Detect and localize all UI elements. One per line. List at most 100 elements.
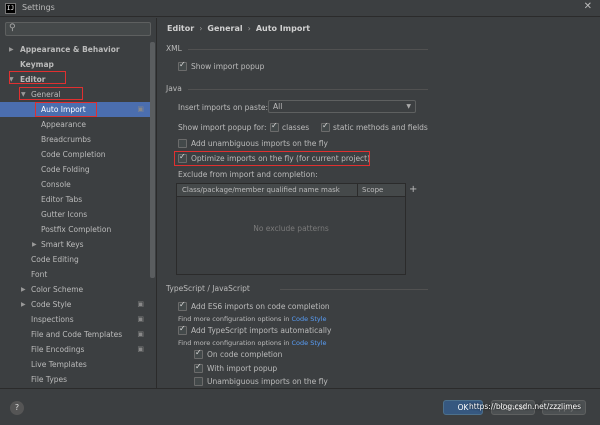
project-settings-icon: ▣ [137, 315, 144, 323]
tree-item-label: Code Folding [41, 165, 90, 174]
tree-item-file-encodings[interactable]: File Encodings ▣ [0, 342, 150, 357]
tree-item-breadcrumbs[interactable]: Breadcrumbs [0, 132, 150, 147]
breadcrumb-editor[interactable]: Editor [167, 24, 194, 33]
on-code-completion-checkbox[interactable] [194, 348, 203, 359]
tree-item-label: Font [31, 270, 48, 279]
tree-item-code-style[interactable]: ▶ Code Style ▣ [0, 297, 150, 312]
show-popup-for-label: Show import popup for: [178, 123, 267, 132]
classes-label: classes [282, 123, 310, 132]
typescript-section-title: TypeScript / JavaScript [166, 284, 250, 293]
intellij-app-icon: IJ [5, 3, 16, 14]
add-es6-checkbox[interactable] [178, 300, 187, 311]
tree-item-label: Smart Keys [41, 240, 84, 249]
tree-item-console[interactable]: Console [0, 177, 150, 192]
xml-show-import-popup-checkbox[interactable] [178, 60, 187, 71]
more-options-text: Find more configuration options in Code … [178, 339, 327, 347]
auto-import-panel: Editor › General › Auto Import XML Show impo… [158, 18, 600, 388]
xml-section-title: XML [166, 44, 182, 53]
xml-show-import-popup-label: Show import popup [191, 62, 265, 71]
tree-item-keymap[interactable]: Keymap [0, 57, 150, 72]
highlight-editor-box [9, 71, 66, 84]
tree-item-label: Code Style [31, 300, 72, 309]
tree-item-inspections[interactable]: Inspections ▣ [0, 312, 150, 327]
unambiguous-fly-label: Unambiguous imports on the fly [207, 377, 328, 386]
highlight-optimize-box [174, 151, 370, 166]
help-icon[interactable]: ? [10, 401, 24, 415]
title-bar: IJ Settings ✕ [0, 0, 600, 17]
add-ts-label: Add TypeScript imports automatically [191, 326, 332, 335]
search-input[interactable]: ⚲ [5, 22, 151, 36]
project-settings-icon: ▣ [137, 330, 144, 338]
tree-item-label: Live Templates [31, 360, 87, 369]
tree-item-appearance-behavior[interactable]: ▶ Appearance & Behavior [0, 42, 150, 57]
add-unambiguous-checkbox[interactable] [178, 139, 187, 148]
exclude-label: Exclude from import and completion: [178, 170, 318, 179]
tree-item-label: Gutter Icons [41, 210, 88, 219]
column-scope-header: Scope [362, 186, 384, 194]
sidebar-scrollbar[interactable] [150, 42, 155, 278]
tree-item-label: Color Scheme [31, 285, 84, 294]
code-style-link[interactable]: Code Style [291, 315, 326, 323]
tree-item-font[interactable]: Font [0, 267, 150, 282]
column-separator [357, 184, 358, 197]
tree-item-code-completion[interactable]: Code Completion [0, 147, 150, 162]
breadcrumb-separator: › [247, 24, 251, 33]
java-section-title: Java [166, 84, 182, 93]
tree-item-editor-tabs[interactable]: Editor Tabs [0, 192, 150, 207]
tree-item-label: Appearance [41, 120, 87, 129]
tree-item-code-folding[interactable]: Code Folding [0, 162, 150, 177]
column-name-header: Class/package/member qualified name mask [182, 186, 340, 194]
tree-item-label: Keymap [20, 60, 54, 69]
tree-item-label: File Encodings [31, 345, 85, 354]
tree-item-file-types[interactable]: File Types [0, 372, 150, 387]
unambiguous-fly-checkbox[interactable] [194, 377, 203, 386]
tree-item-code-editing[interactable]: Code Editing [0, 252, 150, 267]
with-import-popup-checkbox[interactable] [194, 362, 203, 373]
classes-checkbox[interactable] [270, 121, 279, 132]
chevron-right-icon[interactable]: ▶ [9, 42, 14, 57]
window-title: Settings [22, 3, 55, 12]
search-icon: ⚲ [9, 23, 16, 33]
section-divider [280, 289, 428, 290]
tree-item-smart-keys[interactable]: ▶ Smart Keys [0, 237, 150, 252]
tree-item-color-scheme[interactable]: ▶ Color Scheme [0, 282, 150, 297]
tree-item-label: Breadcrumbs [41, 135, 91, 144]
tree-item-label: File Types [31, 375, 68, 384]
chevron-right-icon[interactable]: ▶ [32, 237, 37, 252]
tree-item-postfix-completion[interactable]: Postfix Completion [0, 222, 150, 237]
empty-table-text: No exclude patterns [253, 224, 329, 233]
insert-imports-label: Insert imports on paste: [178, 103, 269, 112]
tree-item-appearance[interactable]: Appearance [0, 117, 150, 132]
add-unambiguous-label: Add unambiguous imports on the fly [191, 139, 328, 148]
breadcrumb: Editor › General › Auto Import [167, 24, 310, 33]
tree-item-file-code-templates[interactable]: File and Code Templates ▣ [0, 327, 150, 342]
settings-window: IJ Settings ✕ ⚲ ▶ Appearance & Behavior … [0, 0, 600, 425]
highlight-general-box [19, 87, 83, 100]
insert-imports-select[interactable]: All ▼ [268, 100, 416, 113]
tree-item-label: Inspections [31, 315, 74, 324]
close-icon[interactable]: ✕ [584, 1, 592, 12]
project-settings-icon: ▣ [137, 105, 144, 113]
breadcrumb-general[interactable]: General [207, 24, 242, 33]
tree-item-label: Appearance & Behavior [20, 45, 120, 54]
tree-item-live-templates[interactable]: Live Templates [0, 357, 150, 372]
tree-item-label: Editor Tabs [41, 195, 83, 204]
tree-item-label: File and Code Templates [31, 330, 123, 339]
breadcrumb-auto-import: Auto Import [255, 24, 311, 33]
chevron-right-icon[interactable]: ▶ [21, 282, 26, 297]
add-pattern-icon[interactable]: + [409, 184, 417, 195]
code-style-link[interactable]: Code Style [291, 339, 326, 347]
tree-item-gutter-icons[interactable]: Gutter Icons [0, 207, 150, 222]
project-settings-icon: ▣ [137, 345, 144, 353]
tree-item-label: Console [41, 180, 71, 189]
highlight-auto-import-box [35, 102, 97, 117]
exclude-table[interactable]: Class/package/member qualified name mask… [176, 183, 406, 275]
add-ts-checkbox[interactable] [178, 324, 187, 335]
static-methods-label: static methods and fields [333, 123, 428, 132]
section-divider [188, 49, 428, 50]
chevron-right-icon[interactable]: ▶ [21, 297, 26, 312]
exclude-table-header: Class/package/member qualified name mask… [177, 184, 405, 197]
section-divider [188, 89, 428, 90]
static-methods-checkbox[interactable] [321, 121, 330, 132]
more-options-text: Find more configuration options in Code … [178, 315, 327, 323]
